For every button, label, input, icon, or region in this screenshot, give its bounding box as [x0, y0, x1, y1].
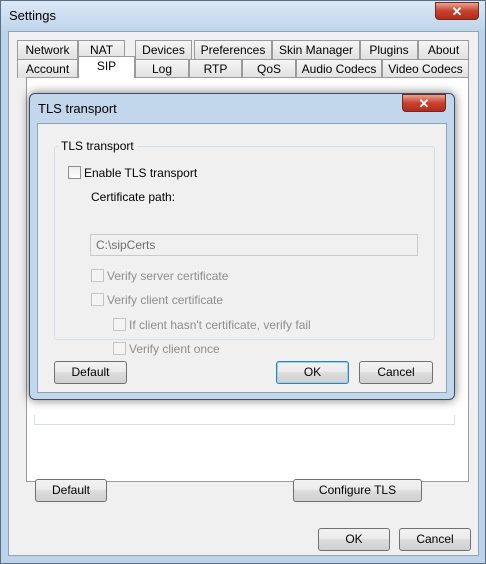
tab-label: RTP	[203, 62, 228, 76]
settings-ok-button[interactable]: OK	[318, 528, 390, 551]
tls-default-button[interactable]: Default	[54, 361, 127, 384]
dialog-close-button[interactable]: ✕	[402, 94, 446, 112]
tab-label: NAT	[89, 43, 114, 57]
button-label: Cancel	[377, 365, 415, 379]
tab-audio-codecs[interactable]: Audio Codecs	[296, 59, 382, 78]
tls-cancel-button[interactable]: Cancel	[359, 361, 433, 384]
tab-label: SIP	[96, 59, 117, 73]
window-title: Settings	[9, 8, 56, 23]
button-label: OK	[303, 365, 322, 379]
tab-network[interactable]: Network	[17, 40, 78, 59]
verify-server-checkbox[interactable]	[91, 269, 104, 282]
verify-fail-label: If client hasn't certificate, verify fai…	[129, 318, 311, 332]
tab-plugins[interactable]: Plugins	[360, 40, 418, 59]
button-label: Default	[51, 483, 91, 497]
cert-path-label: Certificate path:	[91, 190, 176, 204]
tab-sip[interactable]: SIP	[78, 56, 135, 78]
button-label: Cancel	[416, 532, 454, 546]
tab-label: Audio Codecs	[301, 62, 377, 76]
dialog-title: TLS transport	[38, 101, 117, 116]
tab-about[interactable]: About	[418, 40, 469, 59]
tab-label: Preferences	[200, 43, 266, 57]
tab-label: Log	[151, 62, 173, 76]
tab-label: About	[427, 43, 460, 57]
verify-fail-checkbox[interactable]	[113, 318, 126, 331]
verify-once-checkbox[interactable]	[113, 342, 126, 355]
close-icon: ✕	[451, 4, 463, 19]
tab-skin-manager[interactable]: Skin Manager	[272, 40, 360, 59]
tab-label: Devices	[142, 43, 185, 57]
tab-label: Video Codecs	[388, 62, 463, 76]
sip-default-button[interactable]: Default	[35, 479, 107, 502]
tab-log[interactable]: Log	[135, 59, 189, 78]
tab-label: Network	[25, 43, 70, 57]
dialog-client-area: TLS transport Enable TLS transport Certi…	[37, 123, 447, 393]
enable-tls-checkbox[interactable]	[68, 166, 81, 179]
tab-label: Skin Manager	[278, 43, 354, 57]
tab-rtp[interactable]: RTP	[189, 59, 242, 78]
cert-path-input[interactable]	[90, 234, 418, 256]
tab-label: QoS	[256, 62, 281, 76]
tls-transport-dialog: TLS transport ✕ TLS transport Enable TLS…	[29, 93, 455, 400]
verify-server-label: Verify server certificate	[107, 269, 229, 283]
enable-tls-label: Enable TLS transport	[84, 166, 198, 180]
configure-tls-button[interactable]: Configure TLS	[293, 479, 422, 502]
tab-video-codecs[interactable]: Video Codecs	[382, 59, 469, 78]
tab-label: Plugins	[369, 43, 409, 57]
settings-titlebar[interactable]: Settings ✕	[1, 1, 485, 31]
tab-devices[interactable]: Devices	[135, 40, 192, 59]
tab-qos[interactable]: QoS	[242, 59, 296, 78]
button-label: Configure TLS	[318, 483, 397, 497]
verify-client-checkbox[interactable]	[91, 293, 104, 306]
group-label: TLS transport	[58, 139, 137, 153]
close-button[interactable]: ✕	[435, 2, 479, 20]
settings-cancel-button[interactable]: Cancel	[399, 528, 471, 551]
close-icon: ✕	[418, 96, 430, 111]
verify-client-label: Verify client certificate	[107, 293, 224, 307]
tls-ok-button[interactable]: OK	[276, 361, 349, 384]
tab-preferences[interactable]: Preferences	[194, 40, 272, 59]
button-label: OK	[345, 532, 363, 546]
tab-account[interactable]: Account	[17, 59, 78, 78]
button-label: Default	[71, 365, 110, 379]
verify-once-label: Verify client once	[129, 342, 220, 356]
tab-label: Account	[25, 62, 70, 76]
panel-group-edge	[34, 415, 455, 425]
